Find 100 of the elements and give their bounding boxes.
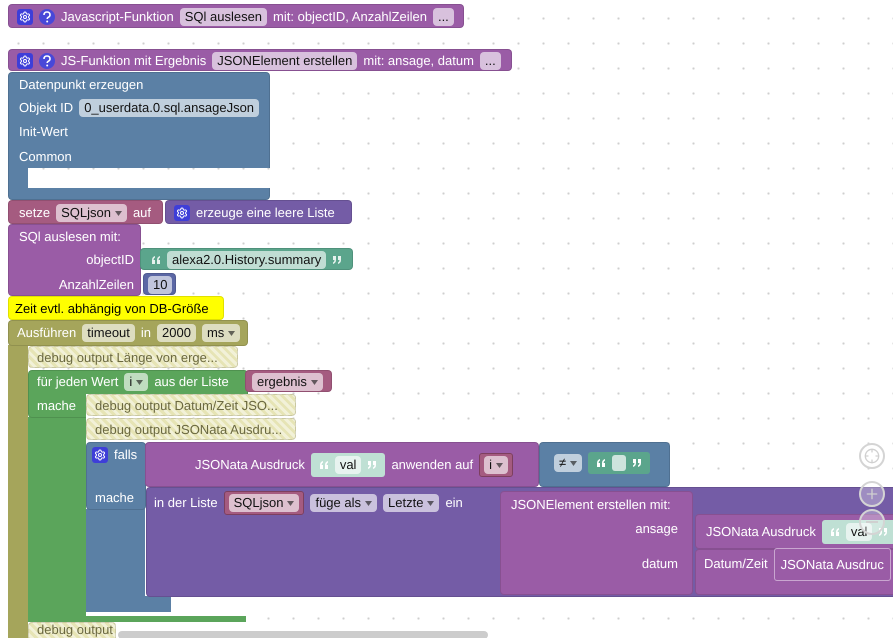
caret-icon bbox=[427, 500, 434, 506]
quote-icon bbox=[367, 461, 378, 469]
help-icon[interactable] bbox=[39, 53, 55, 69]
variable-dropdown[interactable]: SQLjson bbox=[228, 494, 300, 512]
block-label: JSONElement erstellen mit: bbox=[511, 497, 671, 513]
dropdown[interactable]: füge als bbox=[310, 494, 378, 512]
input-field[interactable]: JSONElement erstellen bbox=[212, 52, 358, 70]
caret-icon bbox=[136, 380, 144, 384]
variable-block[interactable]: SQLjson bbox=[224, 491, 304, 515]
caret-icon bbox=[114, 210, 122, 216]
caret-icon bbox=[287, 500, 294, 506]
block-label: Init-Wert bbox=[19, 124, 68, 140]
input-field[interactable]: SQl auslesen bbox=[180, 8, 268, 26]
block-label: AnzahlZeilen bbox=[58, 277, 134, 293]
quote-icon bbox=[596, 459, 606, 467]
settings-icon[interactable] bbox=[174, 205, 190, 221]
dropdown[interactable]: ms bbox=[202, 324, 240, 342]
input-field[interactable]: ... bbox=[432, 8, 454, 26]
code-block[interactable]: JSONElement erstellen mit: ansage datum bbox=[500, 491, 693, 595]
dropdown[interactable]: i bbox=[124, 373, 148, 391]
caret-icon bbox=[570, 460, 578, 466]
block-label: debug output Datum/Zeit JSO... bbox=[95, 398, 278, 414]
code-block[interactable]: JSONata Ausdruck val anwenden auf i bbox=[145, 442, 539, 487]
scrollbar[interactable] bbox=[118, 631, 488, 638]
block-label: ein bbox=[445, 495, 463, 511]
block-label: auf bbox=[132, 205, 152, 221]
caret-icon bbox=[228, 330, 236, 336]
block-label: in der Liste bbox=[154, 495, 218, 511]
block-label: SQl auslesen mit: bbox=[19, 229, 121, 245]
input-field[interactable]: ... bbox=[480, 52, 501, 70]
block-label: mit: ansage, datum bbox=[363, 53, 474, 69]
code-block[interactable]: setze SQLjson auf bbox=[8, 200, 163, 224]
code-block[interactable]: Datenpunkt erzeugen Objekt ID 0_userdata.0.sql.ansageJson Init-Wert Common bbox=[8, 72, 270, 200]
input-field[interactable]: 10 bbox=[148, 276, 172, 294]
block-label: JSONata Ausdruck bbox=[706, 524, 816, 540]
code-block[interactable]: 10 bbox=[143, 273, 176, 295]
dropdown[interactable]: ≠ bbox=[554, 454, 582, 472]
block-label: Objekt ID bbox=[19, 100, 74, 116]
block-label: in bbox=[140, 325, 152, 341]
quote-icon bbox=[151, 256, 161, 264]
input-field[interactable]: timeout bbox=[82, 324, 135, 342]
input-field[interactable]: 0_userdata.0.sql.ansageJson bbox=[79, 99, 260, 117]
code-block[interactable]: Ausführen timeout in 2000 ms bbox=[8, 320, 248, 346]
block-label: Datenpunkt erzeugen bbox=[19, 77, 144, 93]
code-block[interactable]: SQl auslesen mit: objectID AnzahlZeilen bbox=[8, 224, 141, 296]
code-block[interactable]: ergebnis bbox=[245, 370, 332, 392]
zoom-in-button[interactable] bbox=[859, 481, 885, 507]
caret-icon bbox=[310, 380, 318, 384]
quote-icon bbox=[318, 461, 329, 469]
block-label: JS-Funktion mit Ergebnis bbox=[61, 53, 206, 69]
code-block[interactable]: Datum/Zeit JSONata Ausdruc bbox=[695, 549, 893, 595]
dropdown[interactable]: SQLjson bbox=[56, 204, 127, 222]
variable-block[interactable]: i bbox=[479, 453, 514, 477]
dropdown[interactable]: Letzte bbox=[383, 494, 440, 512]
block-label: Datum/Zeit bbox=[704, 556, 768, 572]
jsonata-block[interactable]: JSONata Ausdruc bbox=[774, 548, 891, 580]
plus-icon bbox=[864, 486, 880, 502]
block-label: datum bbox=[642, 556, 678, 572]
block-label: mit: objectID, AnzahlZeilen bbox=[273, 9, 427, 25]
block-label: falls bbox=[114, 447, 138, 463]
text-block[interactable]: val bbox=[310, 453, 386, 477]
input-field[interactable]: val bbox=[334, 456, 362, 474]
quote-icon bbox=[632, 459, 642, 467]
code-block[interactable]: alexa2.0.History.summary bbox=[140, 248, 353, 270]
block-label: Common bbox=[19, 149, 72, 165]
text-block[interactable] bbox=[588, 452, 650, 474]
code-block[interactable]: ≠ bbox=[539, 442, 670, 487]
block-label: ansage bbox=[635, 521, 678, 537]
settings-icon[interactable] bbox=[17, 53, 33, 69]
block-label: für jeden Wert bbox=[37, 374, 118, 390]
block-label: mache bbox=[95, 490, 134, 506]
code-block[interactable]: erzeuge eine leere Liste bbox=[165, 200, 352, 224]
block-label: Zeit evtl. abhängig von DB-Größe bbox=[15, 301, 209, 317]
code-block[interactable]: Javascript-Funktion SQl auslesen mit: objectID, AnzahlZeilen ... bbox=[8, 4, 464, 28]
block-label: debug output JSONata Ausdru... bbox=[95, 422, 282, 438]
variable-dropdown[interactable]: i bbox=[484, 456, 508, 474]
block-label: Ausführen bbox=[17, 325, 76, 341]
empty-text-field[interactable] bbox=[612, 455, 626, 471]
help-icon[interactable] bbox=[39, 9, 55, 25]
block-label: anwenden auf bbox=[391, 457, 474, 473]
caret-icon bbox=[365, 500, 372, 506]
block-label: objectID bbox=[86, 252, 134, 268]
block-label: erzeuge eine leere Liste bbox=[196, 205, 335, 221]
settings-icon[interactable] bbox=[17, 9, 33, 25]
block-label: JSONata Ausdruck bbox=[195, 457, 305, 473]
block-label: aus der Liste bbox=[154, 374, 229, 390]
minus-icon bbox=[866, 521, 878, 523]
settings-icon[interactable] bbox=[92, 447, 108, 463]
crosshair-icon bbox=[864, 448, 880, 464]
comment-note[interactable]: Zeit evtl. abhängig von DB-Größe bbox=[8, 296, 224, 320]
input-field[interactable]: 2000 bbox=[157, 324, 196, 342]
block-label: setze bbox=[19, 205, 50, 221]
block-label: mache bbox=[37, 398, 76, 414]
code-block[interactable]: JS-Funktion mit Ergebnis JSONElement erstellen mit: ansage, datum ... bbox=[8, 49, 512, 71]
code-block[interactable]: falls mache bbox=[86, 442, 146, 510]
dropdown[interactable]: ergebnis bbox=[252, 373, 323, 391]
quote-icon bbox=[878, 528, 888, 536]
caret-icon bbox=[496, 462, 504, 468]
input-field[interactable]: alexa2.0.History.summary bbox=[167, 251, 326, 269]
quote-icon bbox=[332, 256, 342, 264]
